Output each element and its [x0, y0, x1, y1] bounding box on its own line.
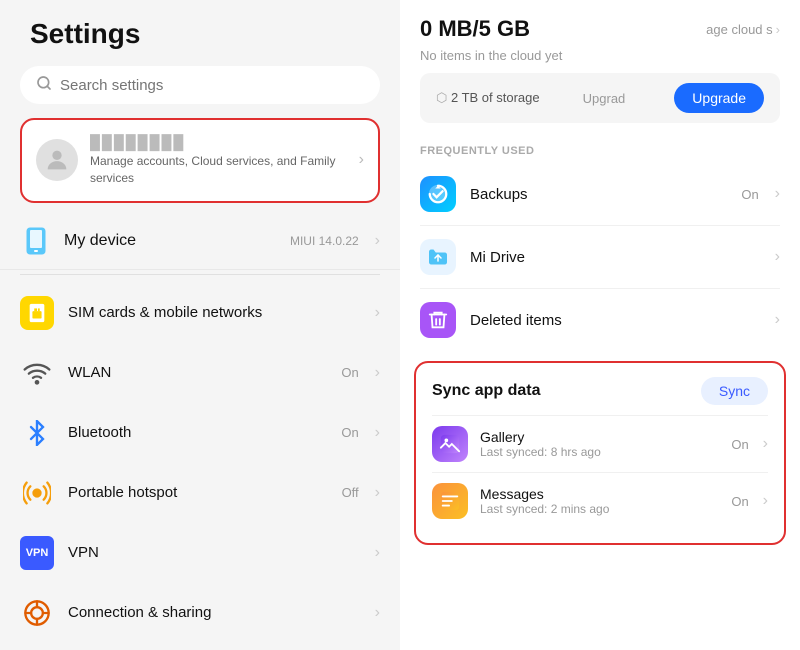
- menu-label-hotspot: Portable hotspot: [68, 484, 328, 501]
- search-bar[interactable]: [20, 66, 380, 104]
- my-device-row[interactable]: My device MIUI 14.0.22 ›: [0, 213, 400, 270]
- menu-item-sim[interactable]: SIM cards & mobile networks ›: [0, 283, 400, 343]
- gallery-sync-status: On: [731, 437, 748, 452]
- chevron-right-icon: ›: [375, 304, 380, 322]
- gallery-icon: [432, 426, 468, 462]
- storage-amount: 0 MB/5 GB: [420, 16, 530, 42]
- storage-upgrade-row: ⬡ 2 TB of storage Upgrad Upgrade: [420, 73, 780, 123]
- avatar: [36, 139, 78, 181]
- backups-icon: [420, 176, 456, 212]
- backups-status: On: [741, 187, 758, 202]
- freq-item-midrive[interactable]: Mi Drive ›: [420, 226, 780, 289]
- messages-sync-time: Last synced: 2 mins ago: [480, 502, 719, 516]
- frequently-used-section: FREQUENTLY USED Backups On ›: [400, 135, 800, 351]
- wlan-status: On: [341, 365, 358, 380]
- chevron-right-icon: ›: [359, 151, 364, 169]
- menu-item-wlan[interactable]: WLAN On ›: [0, 343, 400, 403]
- sync-info-gallery: Gallery Last synced: 8 hrs ago: [480, 429, 719, 459]
- sync-item-messages[interactable]: Messages Last synced: 2 mins ago On ›: [432, 472, 768, 529]
- bluetooth-icon: [20, 416, 54, 450]
- upgrade-pre: Upgrad: [583, 91, 626, 106]
- menu-label-bluetooth: Bluetooth: [68, 424, 327, 441]
- hotspot-status: Off: [342, 485, 359, 500]
- menu-item-bluetooth[interactable]: Bluetooth On ›: [0, 403, 400, 463]
- sim-icon: [20, 296, 54, 330]
- left-panel: Settings ████████ Manage accounts, Cloud…: [0, 0, 400, 650]
- messages-icon: [432, 483, 468, 519]
- sync-item-gallery[interactable]: Gallery Last synced: 8 hrs ago On ›: [432, 415, 768, 472]
- menu-label-sim: SIM cards & mobile networks: [68, 304, 361, 321]
- menu-item-connection[interactable]: Connection & sharing ›: [0, 583, 400, 643]
- chevron-right-icon: ›: [375, 484, 380, 502]
- menu-label-vpn: VPN: [68, 544, 361, 561]
- right-panel: 0 MB/5 GB age cloud s › No items in the …: [400, 0, 800, 650]
- chevron-right-icon: ›: [775, 248, 780, 266]
- account-subtitle: Manage accounts, Cloud services, and Fam…: [90, 153, 347, 187]
- freq-label-backups: Backups: [470, 186, 727, 203]
- page-title: Settings: [0, 0, 400, 60]
- my-device-label: My device: [64, 232, 278, 250]
- connection-icon: [20, 596, 54, 630]
- chevron-right-icon: ›: [375, 544, 380, 562]
- wlan-icon: [20, 356, 54, 390]
- cloud-link[interactable]: age cloud s ›: [706, 22, 780, 37]
- sync-title: Sync app data: [432, 382, 540, 400]
- chevron-right-icon: ›: [375, 364, 380, 382]
- freq-section-label: FREQUENTLY USED: [420, 145, 780, 157]
- chevron-right-icon: ›: [763, 492, 768, 510]
- freq-label-deleted: Deleted items: [470, 312, 761, 329]
- chevron-right-icon: ›: [375, 604, 380, 622]
- gallery-label: Gallery: [480, 429, 719, 445]
- search-input[interactable]: [60, 77, 364, 94]
- freq-item-backups[interactable]: Backups On ›: [420, 163, 780, 226]
- menu-list: SIM cards & mobile networks › WLAN On › …: [0, 279, 400, 647]
- vpn-icon: VPN: [20, 536, 54, 570]
- chevron-right-icon: ›: [375, 232, 380, 250]
- storage-section: 0 MB/5 GB age cloud s › No items in the …: [400, 0, 800, 135]
- menu-label-connection: Connection & sharing: [68, 604, 361, 621]
- upgrade-button[interactable]: Upgrade: [674, 83, 764, 113]
- storage-tb-label: ⬡ 2 TB of storage: [436, 90, 540, 106]
- chevron-right-icon: ›: [775, 311, 780, 329]
- freq-label-midrive: Mi Drive: [470, 249, 761, 266]
- bluetooth-status: On: [341, 425, 358, 440]
- sync-button[interactable]: Sync: [701, 377, 768, 405]
- storage-empty-message: No items in the cloud yet: [420, 48, 780, 63]
- device-icon: [20, 225, 52, 257]
- search-icon: [36, 75, 52, 95]
- sync-info-messages: Messages Last synced: 2 mins ago: [480, 486, 719, 516]
- menu-label-wlan: WLAN: [68, 364, 327, 381]
- account-info: ████████ Manage accounts, Cloud services…: [90, 134, 347, 187]
- divider: [20, 274, 380, 275]
- messages-sync-status: On: [731, 494, 748, 509]
- my-device-version: MIUI 14.0.22: [290, 234, 359, 248]
- gallery-sync-time: Last synced: 8 hrs ago: [480, 445, 719, 459]
- hotspot-icon: [20, 476, 54, 510]
- chevron-right-icon: ›: [375, 424, 380, 442]
- chevron-right-icon: ›: [763, 435, 768, 453]
- messages-label: Messages: [480, 486, 719, 502]
- freq-item-deleted[interactable]: Deleted items ›: [420, 289, 780, 351]
- sync-section: Sync app data Sync Gallery Last synced: …: [414, 361, 786, 545]
- menu-item-hotspot[interactable]: Portable hotspot Off ›: [0, 463, 400, 523]
- midrive-icon: [420, 239, 456, 275]
- account-card[interactable]: ████████ Manage accounts, Cloud services…: [20, 118, 380, 203]
- storage-header: 0 MB/5 GB age cloud s ›: [420, 16, 780, 42]
- deleted-icon: [420, 302, 456, 338]
- account-name: ████████: [90, 134, 347, 150]
- chevron-right-icon: ›: [775, 185, 780, 203]
- sync-header: Sync app data Sync: [432, 377, 768, 405]
- menu-item-vpn[interactable]: VPN VPN ›: [0, 523, 400, 583]
